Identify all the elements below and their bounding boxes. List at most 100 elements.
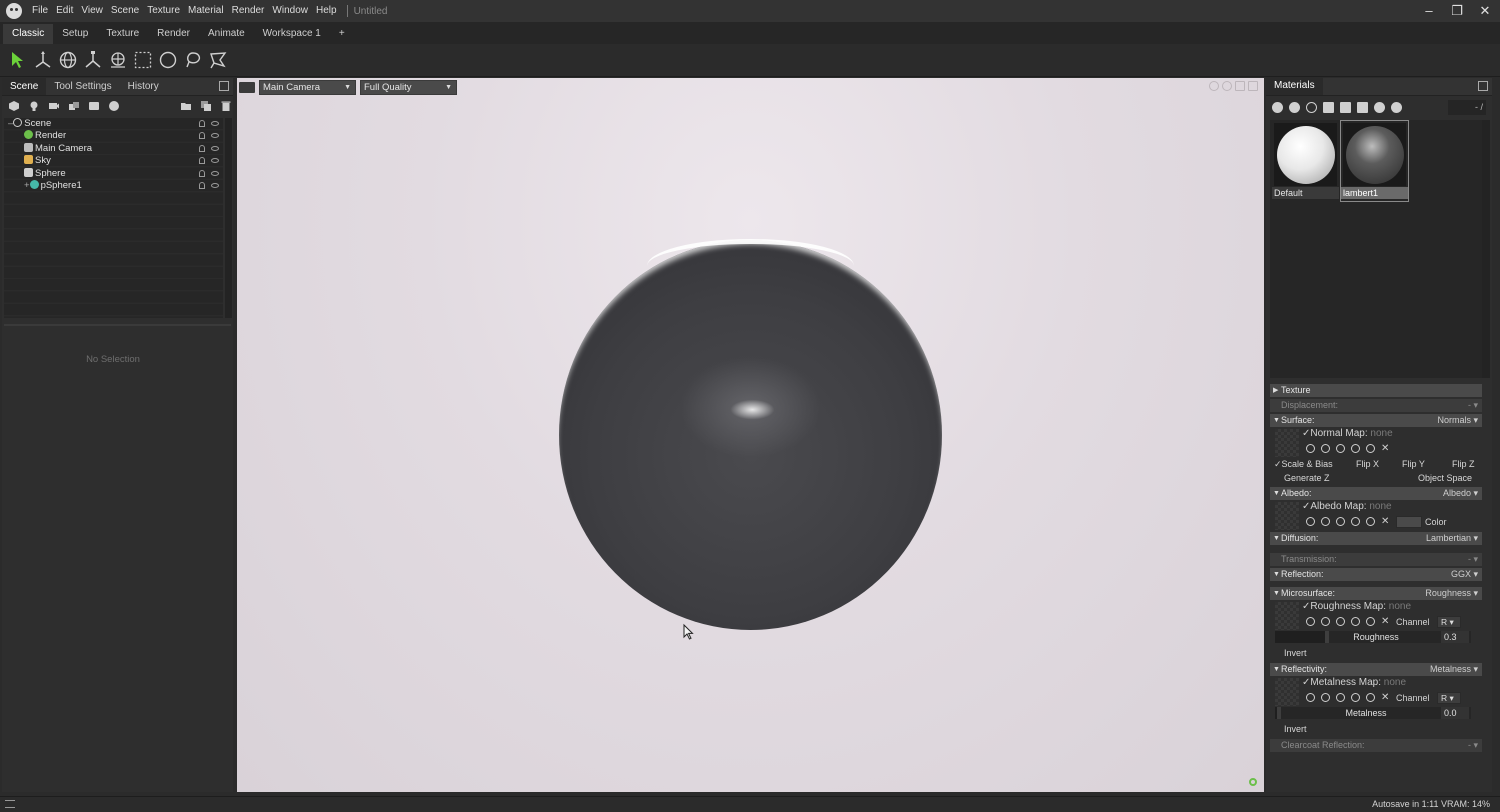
box-select-icon[interactable] — [133, 50, 153, 70]
brush-icon[interactable] — [1351, 693, 1360, 702]
texture-section[interactable]: ▶ Texture — [1270, 384, 1482, 397]
render-status-icon[interactable] — [1249, 778, 1257, 786]
folder-icon[interactable] — [1323, 101, 1334, 113]
generate-z-checkbox[interactable]: Generate Z — [1284, 471, 1330, 485]
menu-help[interactable]: Help — [312, 0, 341, 22]
lock-icon[interactable] — [199, 144, 205, 152]
brush-icon[interactable] — [1351, 444, 1360, 453]
section-dropdown[interactable]: Albedo ▾ — [1443, 487, 1478, 500]
section-dropdown[interactable]: GGX ▾ — [1451, 568, 1478, 581]
roughness-slider[interactable]: Roughness 0.3 — [1275, 631, 1471, 643]
panel-divider[interactable] — [4, 324, 231, 326]
tree-row-render[interactable]: Render — [4, 130, 223, 142]
section-dropdown[interactable]: - ▾ — [1468, 739, 1478, 752]
delete-icon[interactable] — [220, 100, 232, 112]
tab-animate[interactable]: Animate — [199, 24, 254, 44]
clear-icon[interactable]: ✕ — [1381, 617, 1390, 627]
tab-history[interactable]: History — [120, 78, 167, 95]
select-arrow-icon[interactable] — [8, 50, 28, 70]
lock-icon[interactable] — [199, 181, 205, 189]
brush-icon[interactable] — [1351, 517, 1360, 526]
tree-row-main-camera[interactable]: Main Camera — [4, 142, 223, 155]
menu-file[interactable]: File — [28, 0, 52, 22]
tab-render[interactable]: Render — [148, 24, 199, 44]
expand-icon[interactable]: + — [24, 180, 30, 191]
add-group-icon[interactable] — [68, 100, 80, 112]
reload-icon[interactable] — [1366, 444, 1375, 453]
3d-viewport[interactable]: Main Camera ▼ Full Quality ▼ — [237, 78, 1264, 792]
invert-checkbox[interactable]: Invert — [1284, 722, 1307, 736]
menu-render[interactable]: Render — [228, 0, 269, 22]
refresh-icon[interactable] — [1391, 101, 1402, 113]
roughness-value[interactable]: 0.3 — [1441, 631, 1469, 643]
menu-window[interactable]: Window — [268, 0, 312, 22]
tab-scene[interactable]: Scene — [2, 78, 47, 95]
layout-icon[interactable] — [1235, 81, 1245, 91]
reflection-section[interactable]: ▼ Reflection: GGX ▾ — [1270, 568, 1482, 581]
search-icon[interactable] — [1321, 517, 1330, 526]
assign-material-icon[interactable] — [1357, 101, 1368, 113]
tab-setup[interactable]: Setup — [53, 24, 97, 44]
material-thumb-default[interactable]: Default — [1272, 121, 1339, 201]
section-dropdown[interactable]: Lambertian ▾ — [1426, 532, 1478, 545]
tree-row-psphere1[interactable]: + pSphere1 — [4, 179, 223, 192]
eye-icon[interactable] — [211, 182, 219, 188]
scale-bias-checkbox[interactable]: ✓Scale & Bias — [1274, 457, 1333, 471]
move-gizmo-icon[interactable] — [33, 50, 53, 70]
lock-icon[interactable] — [199, 157, 205, 165]
view-icon[interactable] — [1222, 81, 1232, 91]
brush-icon[interactable] — [1351, 617, 1360, 626]
eye-icon[interactable] — [211, 170, 219, 176]
section-dropdown[interactable]: Metalness ▾ — [1430, 663, 1478, 676]
folder-icon[interactable] — [180, 100, 192, 112]
camera-icon[interactable] — [239, 82, 255, 93]
settings-icon[interactable] — [1306, 693, 1315, 702]
eyedropper-icon[interactable] — [1336, 617, 1345, 626]
channel-select[interactable]: R ▾ — [1437, 692, 1461, 704]
clear-icon[interactable]: ✕ — [1381, 693, 1390, 703]
tab-texture[interactable]: Texture — [97, 24, 148, 44]
section-dropdown[interactable]: - ▾ — [1468, 399, 1478, 412]
section-dropdown[interactable]: Roughness ▾ — [1425, 587, 1478, 600]
merge-materials-icon[interactable] — [1306, 101, 1317, 113]
wireframe-icon[interactable] — [1209, 81, 1219, 91]
popout-icon[interactable] — [219, 81, 229, 91]
tree-row-sphere[interactable]: Sphere — [4, 167, 223, 180]
lock-icon[interactable] — [199, 132, 205, 140]
reload-icon[interactable] — [1366, 517, 1375, 526]
minimize-icon[interactable]: – — [1422, 4, 1436, 18]
tab-workspace-1[interactable]: Workspace 1 — [254, 24, 330, 44]
metalness-slider[interactable]: Metalness 0.0 — [1275, 707, 1471, 719]
copy-icon[interactable] — [1340, 101, 1351, 113]
settings-icon[interactable] — [1306, 617, 1315, 626]
eye-icon[interactable] — [211, 121, 219, 126]
material-grid-scrollbar[interactable] — [1482, 120, 1490, 378]
polygon-select-icon[interactable] — [208, 50, 228, 70]
invert-checkbox[interactable]: Invert — [1284, 646, 1307, 660]
quality-select[interactable]: Full Quality ▼ — [360, 80, 457, 95]
duplicate-icon[interactable] — [200, 100, 212, 112]
add-mesh-icon[interactable] — [88, 100, 100, 112]
displacement-section[interactable]: Displacement: - ▾ — [1270, 399, 1482, 412]
reload-icon[interactable] — [1366, 617, 1375, 626]
channel-select[interactable]: R ▾ — [1437, 616, 1461, 628]
search-icon[interactable] — [1321, 693, 1330, 702]
albedo-section[interactable]: ▼ Albedo: Albedo ▾ — [1270, 487, 1482, 500]
clear-icon[interactable]: ✕ — [1381, 517, 1390, 527]
eye-icon[interactable] — [211, 133, 219, 139]
add-material-icon[interactable] — [108, 100, 120, 112]
reload-icon[interactable] — [1366, 693, 1375, 702]
metalness-map-slot[interactable] — [1275, 678, 1299, 706]
section-dropdown[interactable]: Normals ▾ — [1437, 414, 1478, 427]
circle-select-icon[interactable] — [158, 50, 178, 70]
lock-icon[interactable] — [199, 169, 205, 177]
settings-icon[interactable] — [1306, 444, 1315, 453]
tab-classic[interactable]: Classic — [3, 24, 54, 44]
maximize-icon[interactable] — [1248, 81, 1258, 91]
search-icon[interactable] — [1321, 444, 1330, 453]
add-object-icon[interactable] — [8, 100, 20, 112]
material-thumb-lambert1[interactable]: lambert1 — [1340, 120, 1409, 202]
menu-view[interactable]: View — [77, 0, 107, 22]
add-workspace-button[interactable]: + — [330, 24, 354, 44]
reflectivity-section[interactable]: ▼ Reflectivity: Metalness ▾ — [1270, 663, 1482, 676]
